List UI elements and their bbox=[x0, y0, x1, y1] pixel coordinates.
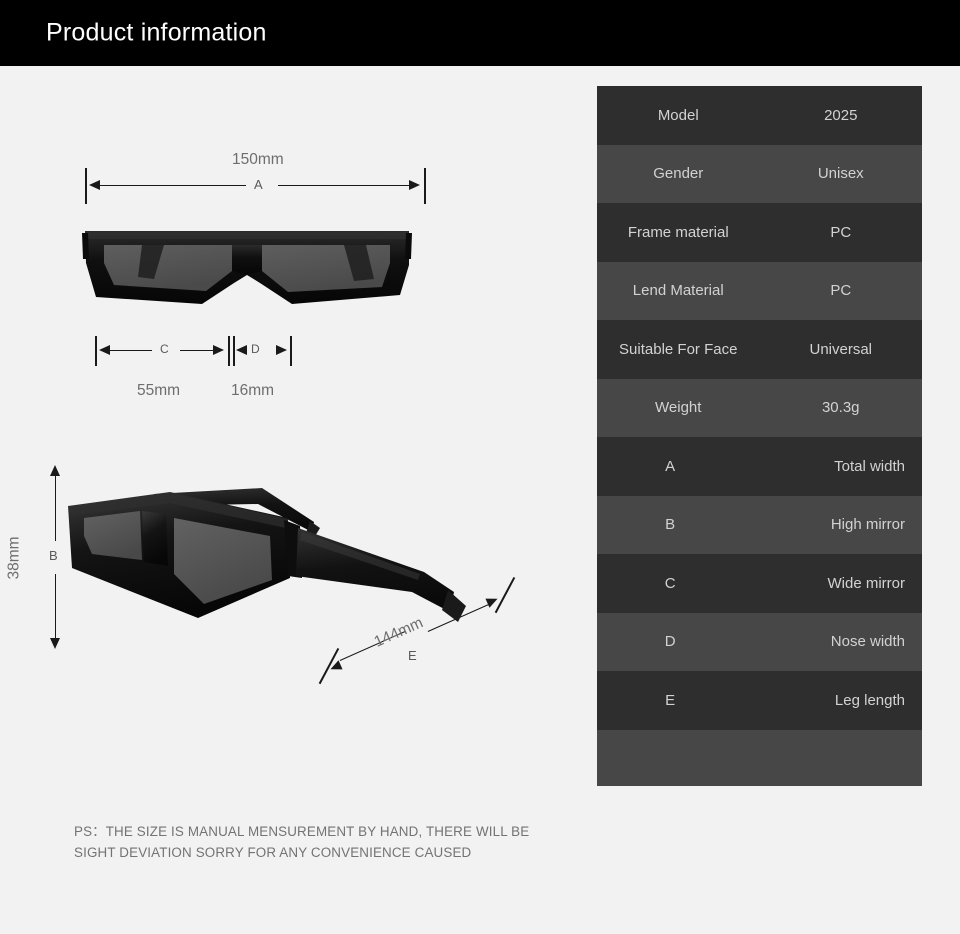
table-row: Lend Material PC bbox=[597, 262, 922, 321]
dimension-b-letter: B bbox=[49, 548, 58, 563]
spec-value: 2025 bbox=[760, 107, 923, 124]
dimension-b-line-bottom bbox=[55, 574, 56, 638]
dimension-d-value: 16mm bbox=[231, 382, 274, 400]
spec-value: Total width bbox=[743, 458, 922, 475]
table-row: C Wide mirror bbox=[597, 554, 922, 613]
spec-value: PC bbox=[760, 282, 923, 299]
table-row-empty bbox=[597, 730, 922, 786]
dimension-c-tick-right bbox=[228, 336, 230, 366]
spec-value: High mirror bbox=[743, 516, 922, 533]
dimension-d-arrowhead-left bbox=[236, 345, 247, 355]
dimension-d-letter: D bbox=[251, 342, 260, 356]
spec-value: PC bbox=[760, 224, 923, 241]
spec-key: Gender bbox=[597, 165, 760, 182]
table-row: A Total width bbox=[597, 437, 922, 496]
dimension-d-tick-right bbox=[290, 336, 292, 366]
dimension-diagram-panel: 150mm A bbox=[0, 66, 580, 934]
dimension-c-letter: C bbox=[160, 342, 169, 356]
dimension-c-arrowhead-left bbox=[99, 345, 110, 355]
page-title: Product information bbox=[46, 19, 267, 48]
dimension-d-arrowhead-right bbox=[276, 345, 287, 355]
dimension-b-line-top bbox=[55, 476, 56, 541]
dimension-d-tick-left bbox=[233, 336, 235, 366]
dimension-a-line-right bbox=[278, 185, 409, 186]
table-row: E Leg length bbox=[597, 671, 922, 730]
dimension-c-line-right bbox=[180, 350, 213, 351]
dimension-a-arrowhead-left bbox=[89, 180, 100, 190]
spec-value: Leg length bbox=[743, 692, 922, 709]
spec-value: 30.3g bbox=[760, 399, 923, 416]
dimension-e-letter: E bbox=[408, 648, 417, 663]
spec-value: Unisex bbox=[760, 165, 923, 182]
spec-value: Universal bbox=[760, 341, 923, 358]
spec-key: A bbox=[597, 458, 743, 475]
dimension-c-value: 55mm bbox=[137, 382, 180, 400]
table-row: Weight 30.3g bbox=[597, 379, 922, 438]
spec-key: D bbox=[597, 633, 743, 650]
dimension-b-value: 38mm bbox=[6, 536, 24, 579]
dimension-c-line-left bbox=[110, 350, 152, 351]
table-row: B High mirror bbox=[597, 496, 922, 555]
dimension-b-arrowhead-bottom bbox=[50, 638, 60, 649]
table-row: Model 2025 bbox=[597, 86, 922, 145]
table-row: D Nose width bbox=[597, 613, 922, 672]
spec-key: E bbox=[597, 692, 743, 709]
dimension-c-tick-left bbox=[95, 336, 97, 366]
dimension-a-line-left bbox=[100, 185, 246, 186]
dimension-a-tick-right bbox=[424, 168, 426, 204]
dimension-a-tick-left bbox=[85, 168, 87, 204]
spec-value: Wide mirror bbox=[743, 575, 922, 592]
table-row: Frame material PC bbox=[597, 203, 922, 262]
specification-table: Model 2025 Gender Unisex Frame material … bbox=[597, 86, 922, 786]
spec-key: Frame material bbox=[597, 224, 760, 241]
spec-value: Nose width bbox=[743, 633, 922, 650]
spec-key: Lend Material bbox=[597, 282, 760, 299]
spec-key: Model bbox=[597, 107, 760, 124]
sunglasses-front-view-icon bbox=[82, 213, 412, 323]
dimension-e-tick-right bbox=[495, 577, 515, 613]
spec-key: Weight bbox=[597, 399, 760, 416]
dimension-b-arrowhead-top bbox=[50, 465, 60, 476]
dimension-c-arrowhead-right bbox=[213, 345, 224, 355]
dimension-a-value: 150mm bbox=[232, 151, 284, 169]
measurement-disclaimer-note: PS：THE SIZE IS MANUAL MENSUREMENT BY HAN… bbox=[74, 821, 544, 863]
table-row: Suitable For Face Universal bbox=[597, 320, 922, 379]
spec-key: Suitable For Face bbox=[597, 341, 760, 358]
spec-key: B bbox=[597, 516, 743, 533]
table-row: Gender Unisex bbox=[597, 145, 922, 204]
spec-key: C bbox=[597, 575, 743, 592]
page-header: Product information bbox=[0, 0, 960, 66]
dimension-a-arrowhead-right bbox=[409, 180, 420, 190]
dimension-a-letter: A bbox=[254, 177, 263, 192]
